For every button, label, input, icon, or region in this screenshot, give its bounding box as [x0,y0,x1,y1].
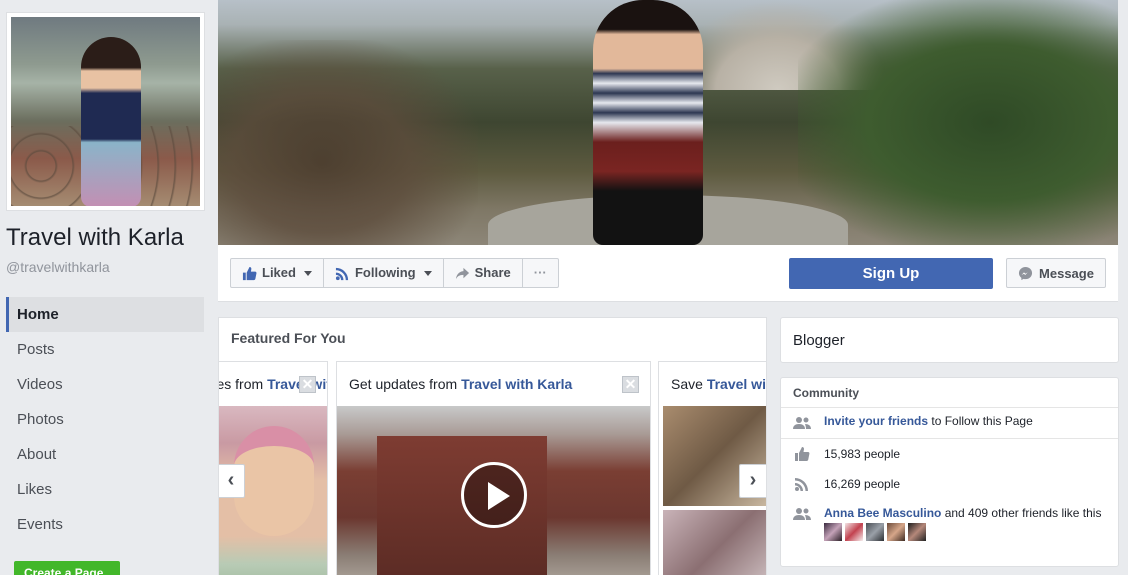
thumbs-up-icon [795,447,810,461]
rss-icon [795,478,808,491]
carousel-next-button[interactable]: › [739,464,766,498]
close-icon[interactable]: ✕ [299,376,316,393]
community-box: Community Invite your friends to Follow … [780,377,1119,567]
following-button[interactable]: Following [324,259,444,287]
avatar[interactable] [887,523,905,541]
liked-button[interactable]: Liked [231,259,324,287]
likes-count: 15,983 people [824,447,901,461]
avatar[interactable] [866,523,884,541]
nav-item-home[interactable]: Home [6,297,204,332]
card-text: Get updates from [349,376,462,392]
left-column: Travel with Karla @travelwithkarla Home … [0,0,212,575]
card-header: Save Travel with Karla [659,362,766,406]
profile-picture[interactable] [6,12,205,211]
nav-item-about[interactable]: About [6,437,204,472]
avatar[interactable] [908,523,926,541]
profile-photo [11,17,200,206]
chevron-down-icon [423,270,432,276]
create-page-button[interactable]: Create a Page [14,561,120,575]
avatar[interactable] [845,523,863,541]
share-arrow-icon [455,267,469,279]
profile-person [81,37,141,206]
card-page-link[interactable]: Travel with Karla [707,376,766,392]
share-label: Share [474,265,511,280]
page-title[interactable]: Travel with Karla [6,224,184,252]
community-title: Community [781,378,1118,408]
nav-item-posts[interactable]: Posts [6,332,204,367]
thumbs-up-icon [242,266,257,280]
more-options-button[interactable]: ··· [523,259,558,287]
nav-item-likes[interactable]: Likes [6,472,204,507]
message-button[interactable]: Message [1006,258,1106,288]
avatar[interactable] [824,523,842,541]
cover-person [593,0,703,245]
chevron-down-icon [303,270,312,276]
share-button[interactable]: Share [444,259,523,287]
friends-like-text: and 409 other friends like this [941,506,1102,520]
card-photo-bottom [663,510,766,575]
follows-row: 16,269 people [781,469,1118,499]
card-text: Get updates from [219,376,264,392]
message-label: Message [1039,265,1094,281]
category-box: Blogger [780,317,1119,363]
friends-like-row: Anna Bee Masculino and 409 other friends… [781,499,1118,541]
page-nav: Home Posts Videos Photos About Likes Eve… [6,297,204,542]
follows-count: 16,269 people [824,477,901,491]
card-text: Save [671,376,707,392]
cover-tree-right [798,0,1118,245]
messenger-icon [1018,266,1033,280]
rss-icon [335,267,349,280]
liked-label: Liked [262,265,296,280]
nav-item-photos[interactable]: Photos [6,402,204,437]
child-face [234,426,314,536]
carousel-prev-button[interactable]: ‹ [219,464,245,498]
friend-name-link[interactable]: Anna Bee Masculino [824,506,941,520]
play-icon[interactable] [461,462,527,528]
page-action-bar: Liked Following Share ··· Sign Up Messag… [218,245,1118,302]
card-page-link[interactable]: Travel with Karla [267,376,327,392]
invite-row: Invite your friends to Follow this Page [781,408,1118,439]
following-label: Following [354,265,416,280]
card-header: Get updates from Travel with Karla [337,362,650,406]
action-button-group: Liked Following Share ··· [230,258,559,288]
featured-title: Featured For You [231,330,346,346]
page-handle[interactable]: @travelwithkarla [6,259,110,275]
nav-item-videos[interactable]: Videos [6,367,204,402]
people-icon [793,508,811,520]
featured-card[interactable]: Get updates from Travel with Karla ✕ [336,361,651,575]
sign-up-button[interactable]: Sign Up [789,258,993,289]
likes-row: 15,983 people [781,439,1118,469]
friend-avatars [824,523,1106,541]
cover-tree-left [218,40,478,245]
invite-friends-link[interactable]: Invite your friends [824,414,928,428]
close-icon[interactable]: ✕ [622,376,639,393]
invite-text: to Follow this Page [928,414,1033,428]
card-video-thumbnail[interactable] [337,406,650,575]
nav-item-events[interactable]: Events [6,507,204,542]
page-category[interactable]: Blogger [793,332,845,349]
featured-for-you-panel: Featured For You Get updates from Travel… [218,317,767,575]
people-icon [793,417,811,429]
card-page-link[interactable]: Travel with Karla [461,376,572,392]
cover-photo[interactable] [218,0,1118,245]
